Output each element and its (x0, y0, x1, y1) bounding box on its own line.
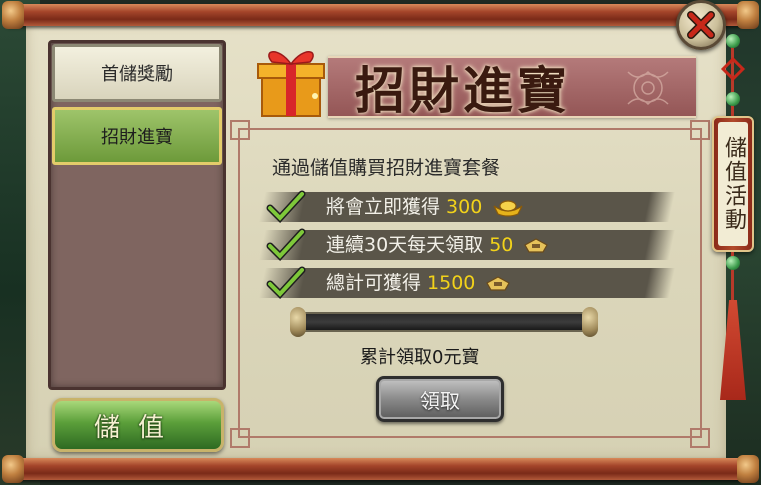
scroll-rod-cap (2, 1, 24, 29)
claim-button[interactable]: 領取 (376, 376, 504, 422)
scroll-rod-cap (2, 455, 24, 483)
gold-ingot-icon (524, 237, 549, 253)
scroll-rod-cap (737, 455, 759, 483)
jade-bead-icon (726, 34, 740, 48)
benefit-row-1: 將會立即獲得 300 (326, 192, 524, 222)
gift-box-icon (250, 40, 332, 122)
benefit-text: 連續30天每天領取 (326, 234, 484, 256)
recharge-button-label: 儲值 (93, 412, 182, 443)
scroll-rod-bottom (2, 455, 759, 483)
progress-track (302, 312, 586, 332)
gold-ingot-icon (493, 199, 523, 217)
banner-title: 招財進寶 (355, 61, 571, 120)
gold-ingot-icon (486, 275, 511, 291)
benefit-amount: 1500 (427, 272, 476, 294)
jade-bead-icon (726, 256, 740, 270)
progress-cap (290, 307, 306, 337)
frame-corner (230, 428, 250, 448)
frame-corner (690, 120, 710, 140)
tab-label: 招財進寶 (101, 127, 173, 148)
scroll-rod-top (2, 1, 759, 29)
scroll-rod-cap (737, 1, 759, 29)
benefit-text: 將會立即獲得 (326, 196, 441, 218)
tab-fortune-treasure[interactable]: 招財進寶 (52, 107, 222, 165)
claimed-total-text: 累計領取0元寶 (360, 347, 480, 368)
checkmark-icon (266, 228, 306, 262)
frame-corner (690, 428, 710, 448)
benefit-row-3: 總計可獲得 1500 (326, 268, 511, 298)
side-tab-recharge-events[interactable]: 儲值活動 (712, 116, 754, 252)
tab-first-recharge-reward[interactable]: 首儲獎勵 (52, 44, 222, 102)
side-tag-label: 儲值活動 (721, 136, 746, 232)
package-description: 通過儲值購買招財進寶套餐 (272, 157, 501, 179)
close-button[interactable] (676, 0, 726, 50)
checkmark-icon (266, 190, 306, 224)
tab-label: 首儲獎勵 (101, 64, 173, 85)
progress-cap (582, 307, 598, 337)
claim-progress-bar (290, 307, 598, 337)
benefit-text: 總計可獲得 (326, 272, 422, 294)
benefit-amount: 50 (489, 234, 514, 256)
frame-corner (230, 120, 250, 140)
benefit-amount: 300 (446, 196, 483, 218)
close-icon (687, 11, 715, 39)
benefit-row-2: 連續30天每天領取 50 (326, 230, 549, 260)
claim-button-label: 領取 (420, 388, 460, 413)
side-tag-inner: 儲值活動 (718, 122, 748, 246)
chinese-knot-icon (720, 56, 746, 82)
recharge-button[interactable]: 儲值 (52, 398, 224, 452)
checkmark-icon (266, 266, 306, 300)
jade-bead-icon (726, 92, 740, 106)
